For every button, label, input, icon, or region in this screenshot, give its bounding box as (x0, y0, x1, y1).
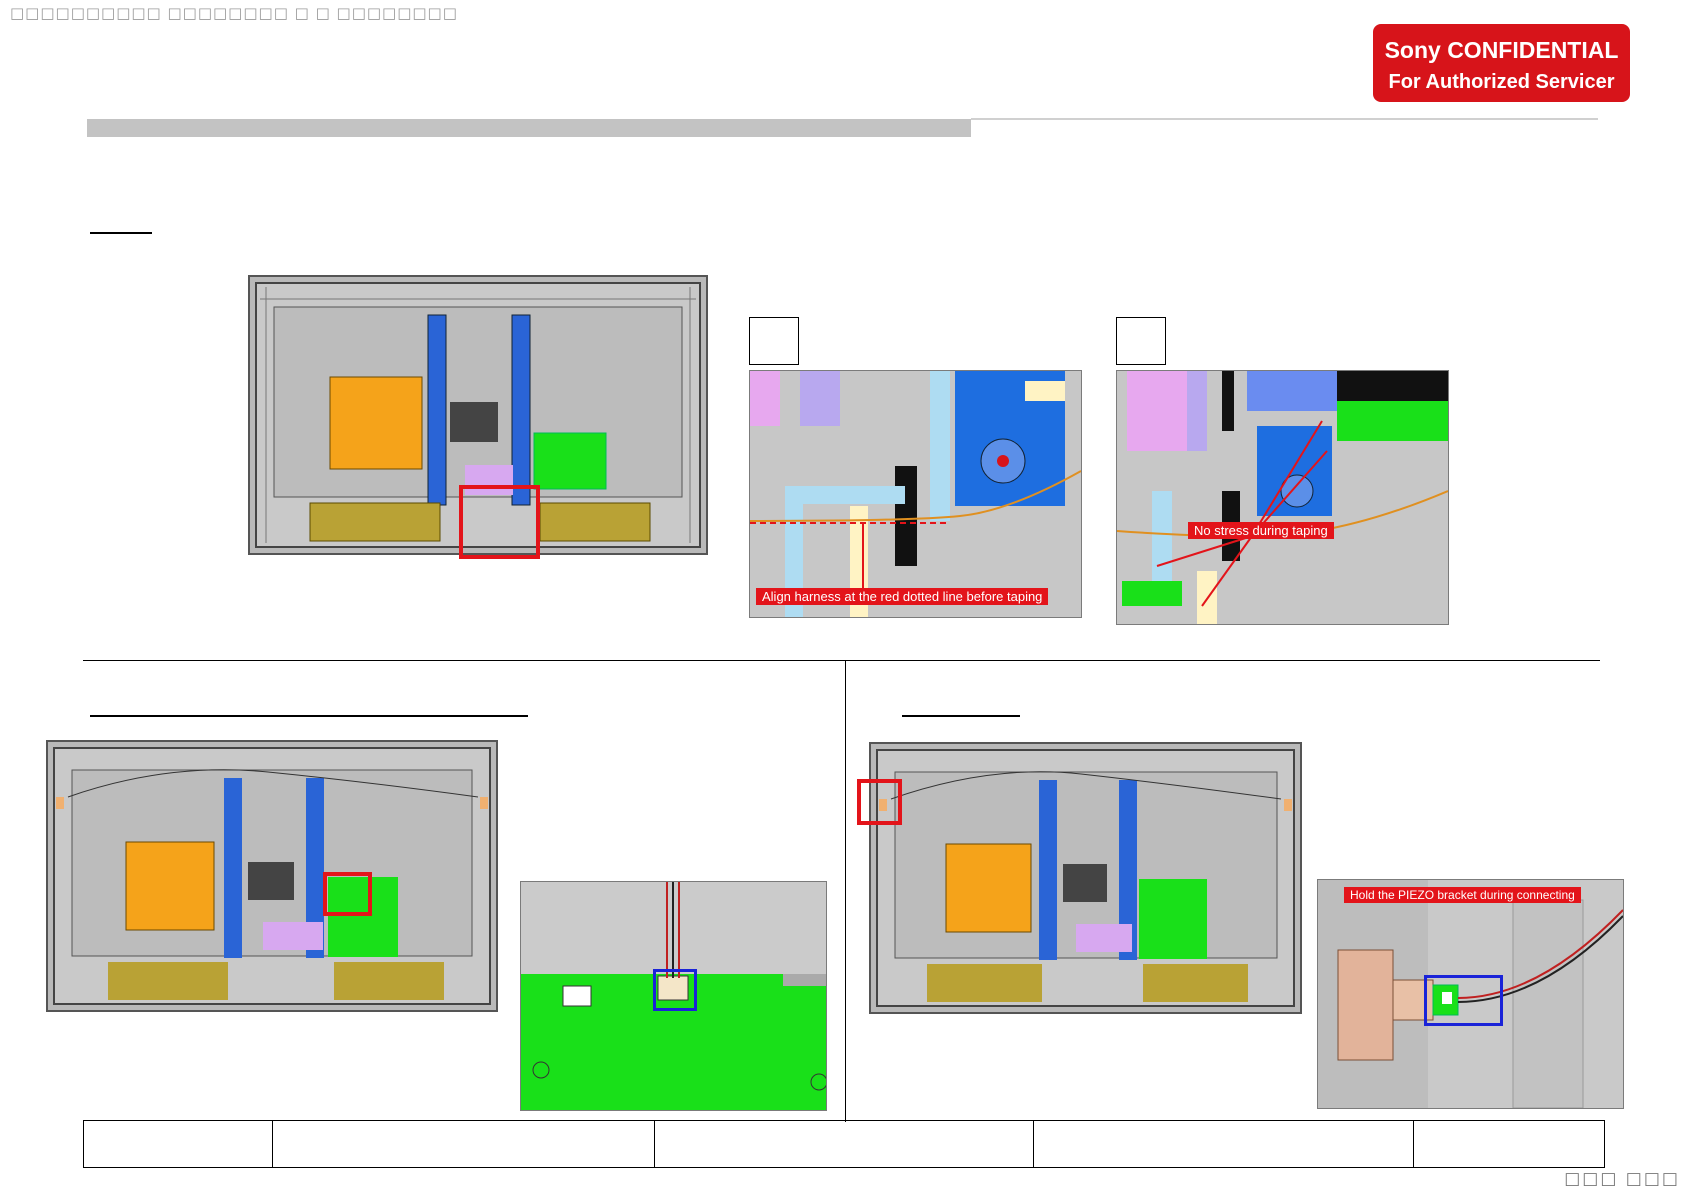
confidential-line2: For Authorized Servicer (1388, 71, 1615, 93)
bottom-right-heading-underline (902, 715, 1020, 717)
section-heading-underline (90, 232, 152, 234)
section-divider-vertical (845, 660, 846, 1122)
detail-a-photo (749, 370, 1082, 618)
confidential-badge: Sony CONFIDENTIAL For Authorized Service… (1373, 24, 1630, 102)
detail-label-a (749, 317, 799, 365)
tv-rear-diagram-right (869, 742, 1302, 1014)
note-align-harness: Align harness at the red dotted line bef… (756, 588, 1049, 605)
footer-cell-4 (1033, 1120, 1414, 1168)
footer-cell-2 (272, 1120, 655, 1168)
taping-closeup-icon (1116, 371, 1449, 624)
tv-rear-diagram-left (46, 740, 498, 1012)
footer-cell-5 (1412, 1120, 1606, 1168)
bottom-left-heading-underline (90, 715, 528, 717)
highlight-box-harness (459, 485, 540, 559)
note-hold-piezo: Hold the PIEZO bracket during connecting (1344, 887, 1581, 903)
section-divider-horizontal (83, 660, 1600, 661)
detail-label-b (1116, 317, 1166, 365)
page-number: □□□ □□□ (1564, 1169, 1680, 1189)
highlight-box-connector-closeup (653, 969, 697, 1011)
title-bar (87, 119, 971, 137)
tv-rear-diagram-icon (53, 747, 491, 1005)
highlight-box-piezo-connector (1424, 975, 1503, 1026)
footer-table (82, 1120, 1606, 1168)
highlight-box-connector (323, 872, 372, 916)
document-header-text: □□□□□□□□□□ □□□□□□□□ □ □ □□□□□□□□ (10, 4, 458, 22)
harness-closeup-icon (749, 371, 1082, 617)
title-rule (971, 118, 1598, 120)
footer-cell-3 (653, 1120, 1035, 1168)
tv-rear-diagram-icon (876, 749, 1295, 1007)
footer-cell-1 (82, 1120, 274, 1168)
detail-b-photo (1116, 370, 1449, 625)
note-no-stress: No stress during taping (1188, 522, 1334, 539)
confidential-line1: Sony CONFIDENTIAL (1384, 37, 1619, 63)
highlight-box-piezo (857, 779, 902, 825)
